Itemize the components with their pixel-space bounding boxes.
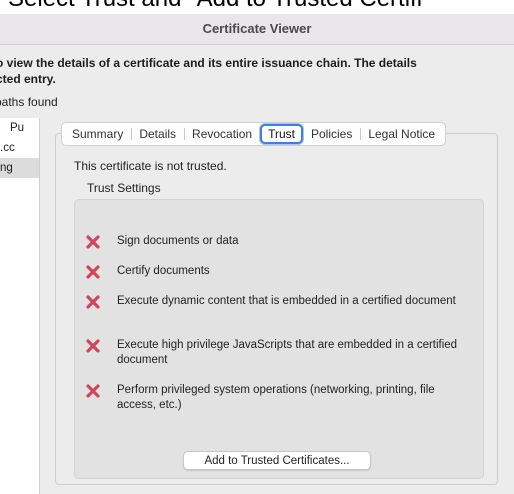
x-icon (86, 235, 100, 249)
permission-system-operations: Perform privileged system operations (ne… (85, 383, 465, 413)
tab-summary[interactable]: Summary (64, 125, 131, 143)
permission-label: Sign documents or data (117, 235, 239, 247)
description-line-2: cted entry. (0, 72, 56, 86)
list-item[interactable]: .cc (0, 138, 39, 158)
description-text: o view the details of a certificate and … (0, 55, 500, 87)
permission-certify-documents: Certify documents (85, 264, 465, 280)
x-icon (86, 295, 100, 309)
permission-label: Execute high privilege JavaScripts that … (117, 339, 458, 366)
tab-bar: Summary Details Revocation Trust Policie… (61, 122, 447, 146)
instruction-caption: Select Trust and "Add to Trusted Certifi (0, 0, 514, 14)
permission-label: Perform privileged system operations (ne… (117, 384, 435, 411)
permission-label: Certify documents (117, 265, 210, 277)
tab-details[interactable]: Details (131, 125, 184, 143)
trust-status-text: This certificate is not trusted. (74, 159, 227, 173)
x-icon (86, 265, 100, 279)
x-icon (86, 384, 100, 398)
paths-found-label: paths found (0, 95, 58, 109)
x-icon (86, 339, 100, 353)
permission-high-privilege-javascript: Execute high privilege JavaScripts that … (85, 338, 465, 368)
trust-settings-heading: Trust Settings (87, 181, 161, 195)
add-to-trusted-certificates-button[interactable]: Add to Trusted Certificates... (183, 451, 371, 470)
tab-trust[interactable]: Trust (260, 124, 303, 144)
certificate-path-list[interactable]: Pu .cc ng (0, 118, 40, 494)
tab-policies[interactable]: Policies (303, 125, 360, 143)
title-bar: Certificate Viewer (0, 14, 514, 45)
tab-legal-notice[interactable]: Legal Notice (360, 125, 443, 143)
tab-revocation[interactable]: Revocation (184, 125, 260, 143)
permission-label: Execute dynamic content that is embedded… (117, 295, 456, 307)
list-item-selected[interactable]: ng (0, 158, 39, 178)
list-item[interactable]: Pu (0, 118, 39, 138)
description-line-1: o view the details of a certificate and … (0, 56, 417, 70)
window-title: Certificate Viewer (202, 21, 312, 36)
permission-sign-documents: Sign documents or data (85, 234, 465, 250)
permission-dynamic-content: Execute dynamic content that is embedded… (85, 294, 465, 310)
trust-settings-box: Sign documents or data Certify documents… (74, 199, 484, 479)
